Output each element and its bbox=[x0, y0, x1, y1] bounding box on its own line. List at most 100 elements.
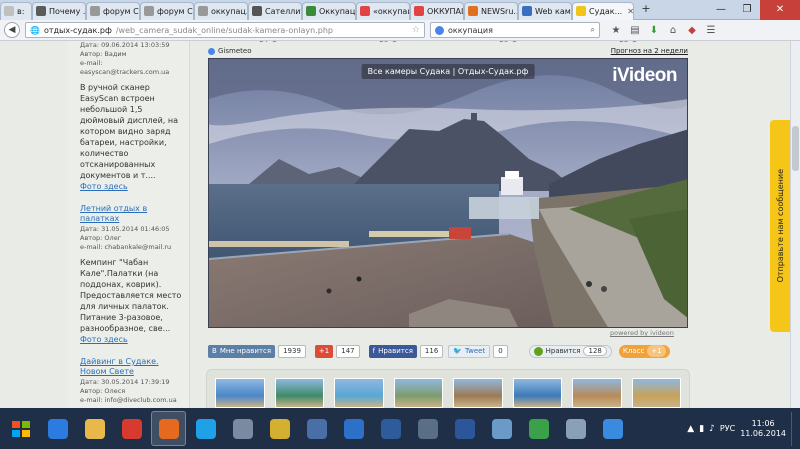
taskbar-item[interactable] bbox=[484, 411, 519, 446]
taskbar-item[interactable] bbox=[595, 411, 630, 446]
word-icon bbox=[454, 418, 475, 439]
taskbar-item[interactable] bbox=[151, 411, 186, 446]
taskbar-item[interactable] bbox=[262, 411, 297, 446]
taskbar-item[interactable] bbox=[40, 411, 75, 446]
ok-class-button[interactable]: Класс +1 bbox=[618, 344, 670, 358]
gallery-thumbnail[interactable] bbox=[512, 378, 562, 408]
taskbar-item[interactable] bbox=[225, 411, 260, 446]
post-date: Дата: 30.05.2014 17:39:19 bbox=[80, 378, 170, 386]
taskbar-item[interactable] bbox=[373, 411, 408, 446]
browser-tab[interactable]: форум С... bbox=[140, 1, 194, 20]
browser-tab[interactable]: ОККУПАЦИЯ... bbox=[410, 1, 464, 20]
browser-tab-bar: в: Почему ... форум С... форум С... оккупац.… bbox=[0, 0, 800, 20]
tab-label: Web кам... bbox=[535, 6, 571, 16]
browser-tab[interactable]: «оккупац... bbox=[356, 1, 410, 20]
browser-tab[interactable]: форум С... bbox=[86, 1, 140, 20]
facebook-like-button[interactable]: f Нравится bbox=[368, 344, 417, 358]
show-desktop-button[interactable] bbox=[791, 411, 797, 446]
webcam-player[interactable]: Все камеры Судака | Отдых-Судак.рф iVide… bbox=[208, 58, 688, 328]
download-icon[interactable]: ⬇ bbox=[647, 23, 661, 37]
page-scrollbar[interactable] bbox=[790, 41, 800, 408]
tool-icon bbox=[565, 418, 586, 439]
home-icon[interactable]: ⌂ bbox=[666, 23, 680, 37]
clipboard-icon[interactable]: ▤ bbox=[628, 23, 642, 37]
bookmark-star-icon[interactable]: ☆ bbox=[412, 25, 420, 35]
feedback-tab[interactable]: Отправьте нам сообщение bbox=[770, 120, 790, 332]
new-tab-button[interactable]: + bbox=[637, 2, 655, 18]
taskbar-item[interactable] bbox=[114, 411, 149, 446]
photo-gallery bbox=[206, 369, 690, 408]
clock[interactable]: 11:06 11.06.2014 bbox=[740, 419, 786, 439]
post-title-link[interactable]: Дайвинг в Судаке. Новом Свете bbox=[80, 357, 183, 377]
browser-tab[interactable]: NEWSru... bbox=[464, 1, 518, 20]
ok-class-count: +1 bbox=[647, 345, 666, 357]
close-tab-icon[interactable]: ✕ bbox=[627, 7, 633, 16]
gallery-thumbnail[interactable] bbox=[453, 378, 503, 408]
bookmarks-icon[interactable]: ★ bbox=[609, 23, 623, 37]
photo-link[interactable]: Фото здесь bbox=[80, 335, 128, 344]
vk-like-button[interactable]: В Мне нравится bbox=[208, 344, 276, 358]
search-box[interactable]: оккупация ⌕ bbox=[430, 22, 600, 38]
tab-label: Почему ... bbox=[49, 6, 86, 16]
search-engine-icon[interactable] bbox=[435, 25, 444, 35]
file-explorer-icon bbox=[84, 418, 105, 439]
menu-icon[interactable]: ☰ bbox=[704, 23, 718, 37]
taskbar-item[interactable] bbox=[558, 411, 593, 446]
taskbar-item[interactable] bbox=[299, 411, 334, 446]
taskbar-item[interactable] bbox=[188, 411, 223, 446]
taskbar-item[interactable] bbox=[521, 411, 556, 446]
post-title-link[interactable]: Летний отдых в палатках bbox=[80, 204, 183, 224]
addon-icon[interactable]: ◆ bbox=[685, 23, 699, 37]
post-email: e-mail: chabankale@mail.ru bbox=[80, 243, 172, 251]
gismeteo-logo[interactable]: Gismeteo bbox=[208, 47, 251, 55]
address-bar[interactable]: 🌐 отдых-судак.рф /web_camera_sudak_onlin… bbox=[25, 22, 425, 38]
gallery-thumbnail[interactable] bbox=[274, 378, 324, 408]
ivideon-logo: iVideon bbox=[612, 65, 677, 86]
browser-tab[interactable]: в: bbox=[0, 1, 32, 20]
gallery-thumbnail[interactable] bbox=[393, 378, 443, 408]
close-window-button[interactable]: ✕ bbox=[760, 0, 800, 20]
browser-tab[interactable]: Почему ... bbox=[32, 1, 86, 20]
minimize-button[interactable]: — bbox=[708, 0, 734, 20]
browser-tab[interactable]: Web кам... bbox=[518, 1, 572, 20]
url-host: отдых-судак.рф bbox=[43, 25, 112, 35]
taskbar-item[interactable] bbox=[410, 411, 445, 446]
gallery-thumbnail[interactable] bbox=[334, 378, 384, 408]
browser-tab[interactable]: Судак... ✕ bbox=[572, 1, 634, 20]
browser-tab[interactable]: оккупац... bbox=[194, 1, 248, 20]
skype-icon bbox=[195, 418, 216, 439]
browser-tab[interactable]: Оккупац... bbox=[302, 1, 356, 20]
gallery-thumbnail[interactable] bbox=[572, 378, 622, 408]
photo-link[interactable]: Фото здесь bbox=[80, 182, 128, 191]
powered-by-link[interactable]: powered by ivideon bbox=[610, 329, 674, 337]
internet-explorer-icon bbox=[47, 418, 68, 439]
taskbar-item[interactable] bbox=[336, 411, 371, 446]
google-plus-button[interactable]: +1 bbox=[314, 344, 334, 358]
gallery-thumbnail[interactable] bbox=[631, 378, 681, 408]
maximize-button[interactable]: ❐ bbox=[734, 0, 760, 20]
ok-like-button[interactable]: Нравится 128 bbox=[528, 344, 612, 358]
vk-icon: В bbox=[212, 347, 217, 355]
search-icon[interactable]: ⌕ bbox=[591, 25, 595, 35]
tab-label: Оккупац... bbox=[319, 6, 356, 16]
gallery-thumbnail[interactable] bbox=[215, 378, 265, 408]
money-icon bbox=[528, 418, 549, 439]
back-button[interactable]: ◀ bbox=[4, 22, 20, 38]
start-button[interactable] bbox=[3, 411, 38, 446]
language-indicator[interactable]: РУС bbox=[720, 424, 735, 433]
volume-icon[interactable]: ♪ bbox=[709, 424, 715, 434]
taskbar-item[interactable] bbox=[77, 411, 112, 446]
scrollbar-thumb[interactable] bbox=[792, 126, 799, 171]
firefox-icon bbox=[158, 418, 179, 439]
camera-title[interactable]: Все камеры Судака | Отдых-Судак.рф bbox=[361, 64, 535, 79]
search-query: оккупация bbox=[448, 25, 493, 35]
network-icon[interactable]: ▮ bbox=[699, 424, 704, 434]
tray-arrow-icon[interactable]: ▲ bbox=[687, 424, 694, 434]
forecast-link[interactable]: Прогноз на 2 недели bbox=[611, 47, 688, 55]
tab-label: Судак... bbox=[589, 6, 623, 16]
tab-label: в: bbox=[17, 6, 25, 16]
ftp-tool-icon bbox=[269, 418, 290, 439]
tweet-button[interactable]: 🐦 Tweet bbox=[448, 344, 491, 358]
browser-tab[interactable]: Сателлит... bbox=[248, 1, 302, 20]
taskbar-item[interactable] bbox=[447, 411, 482, 446]
